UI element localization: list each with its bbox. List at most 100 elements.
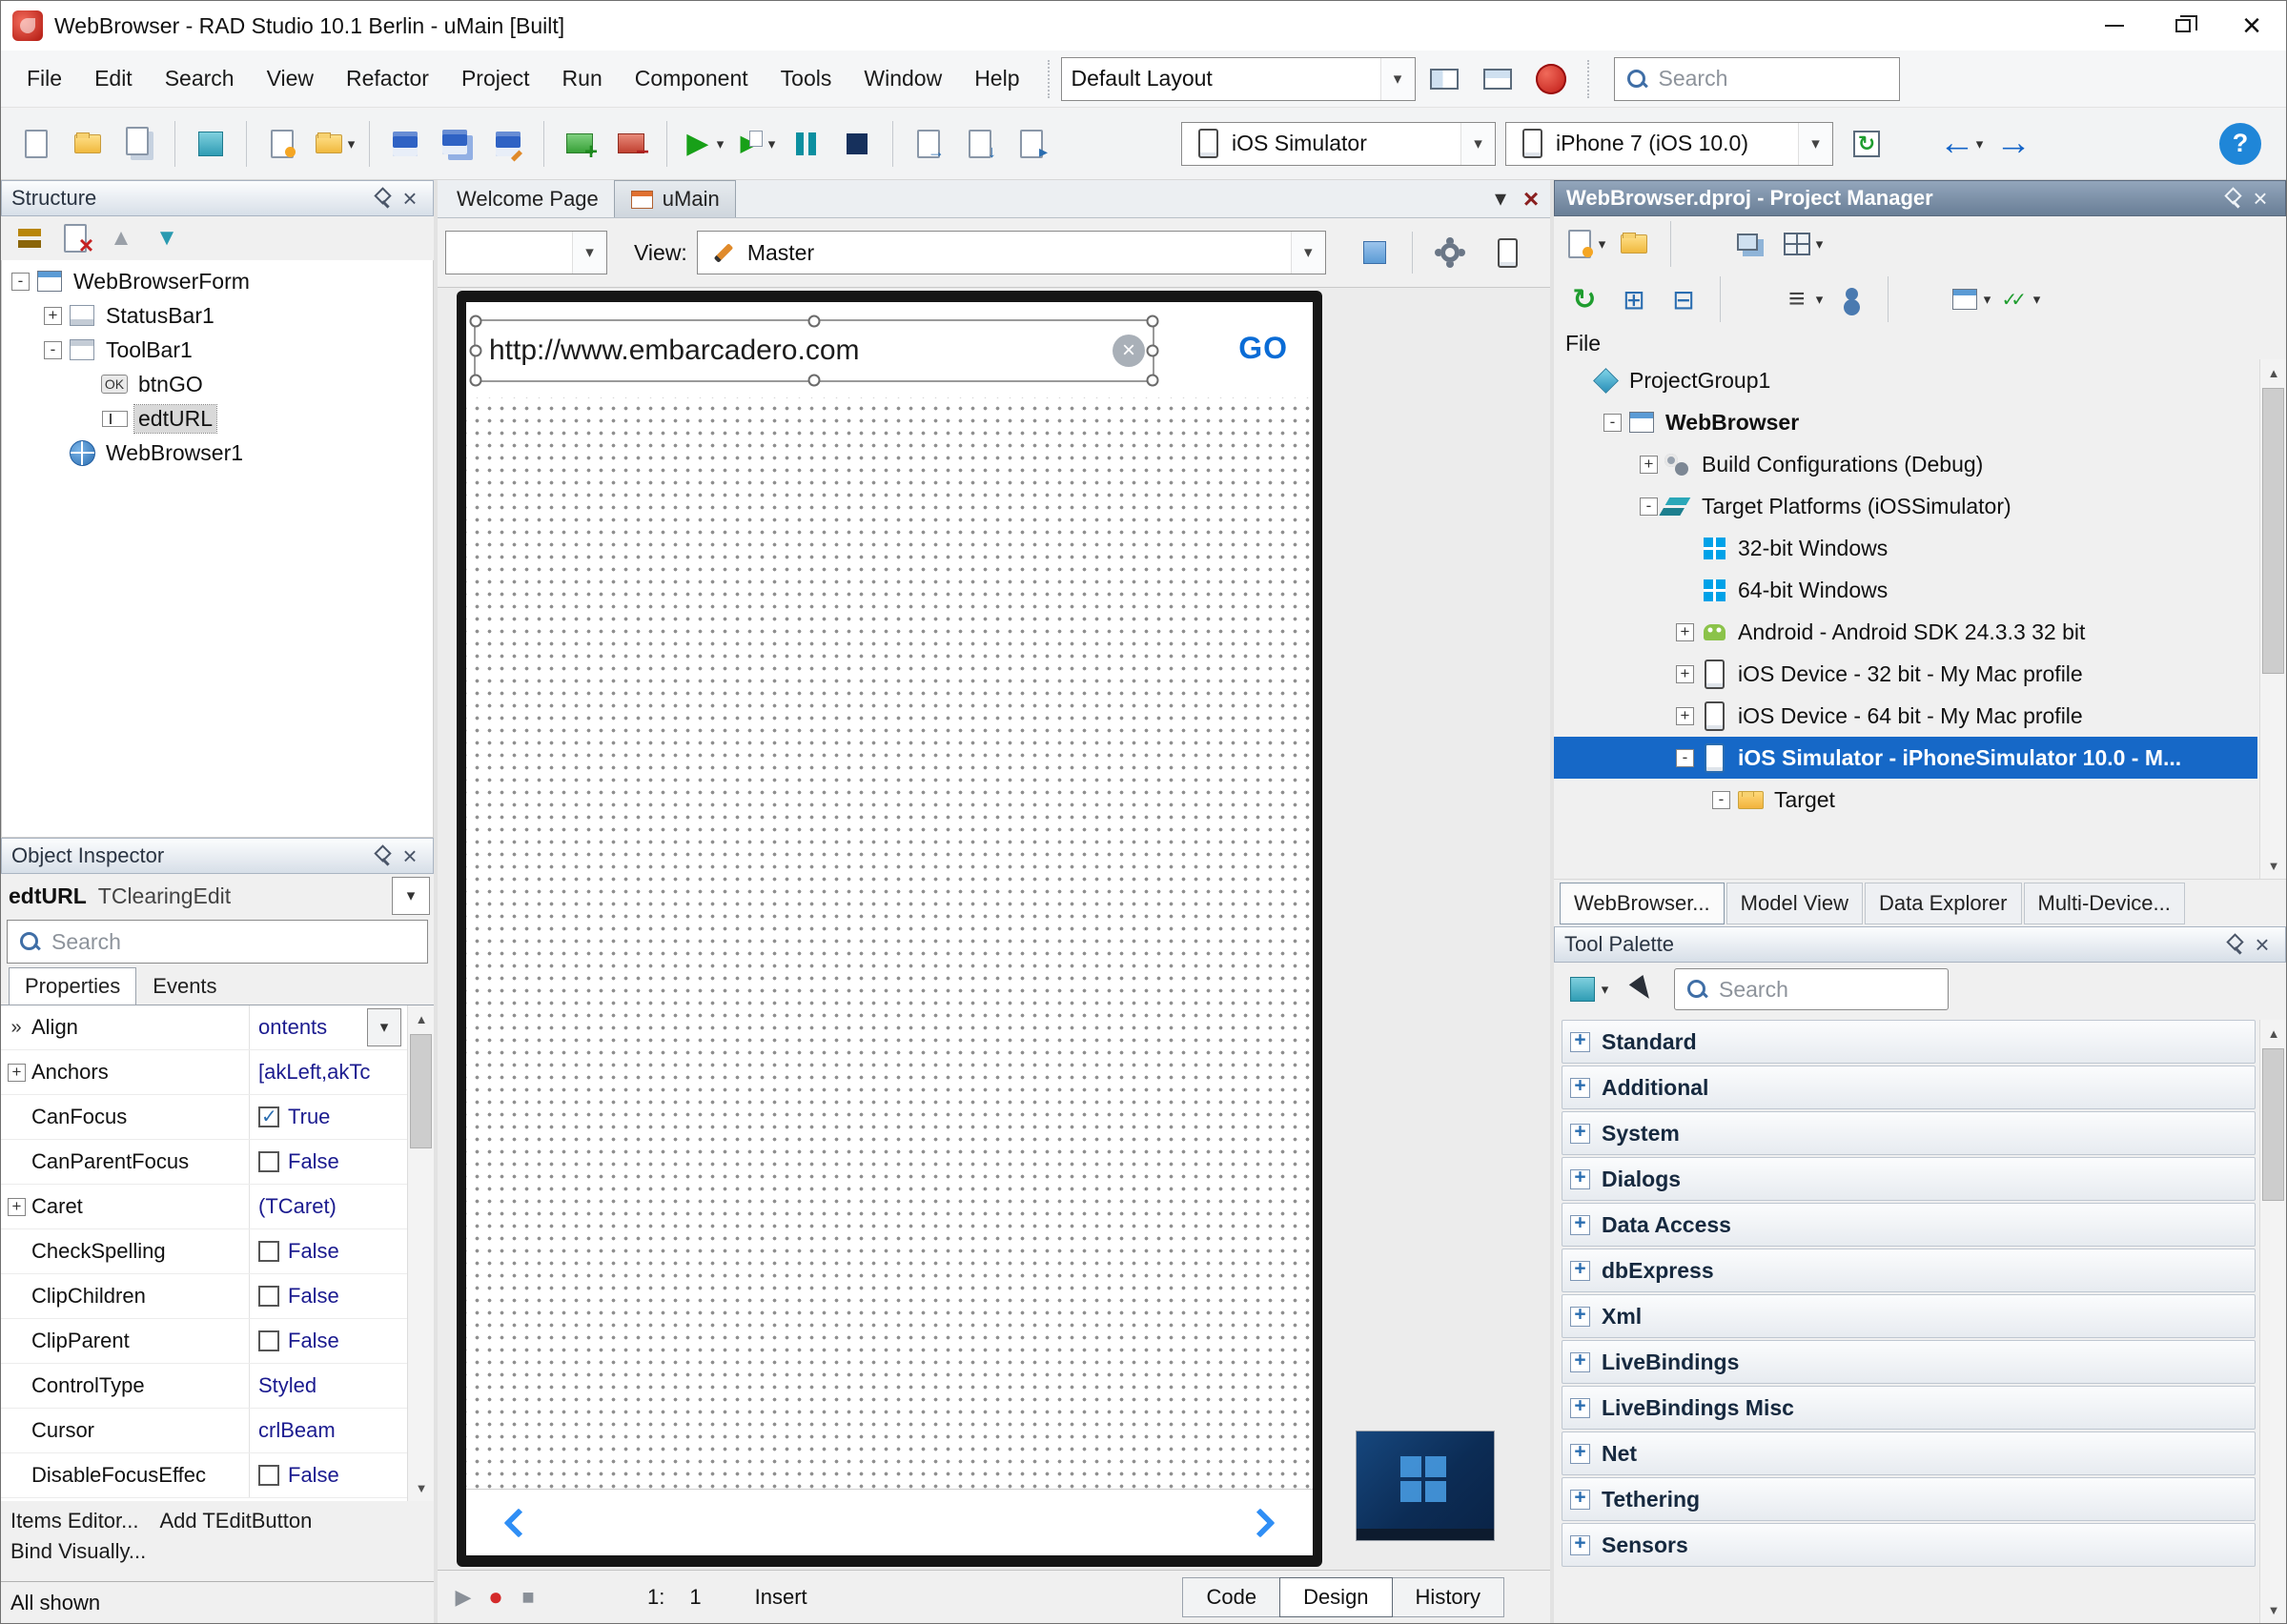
property-value-cell[interactable]: False bbox=[249, 1140, 407, 1184]
toolbar-button[interactable]: ▾ bbox=[185, 118, 236, 170]
menu-item[interactable]: Search bbox=[149, 57, 251, 101]
palette-search-box[interactable] bbox=[1674, 968, 1949, 1010]
selection-handle[interactable] bbox=[1147, 345, 1159, 357]
target-device-combo[interactable]: iPhone 7 (iOS 10.0) ▾ bbox=[1505, 122, 1833, 166]
palette-category[interactable]: LiveBindings Misc bbox=[1562, 1386, 2256, 1430]
apply-style-button[interactable] bbox=[1349, 227, 1400, 278]
menu-item[interactable]: Component bbox=[619, 57, 765, 101]
target-platform-combo[interactable]: iOS Simulator ▾ bbox=[1181, 122, 1496, 166]
expander-icon[interactable] bbox=[1676, 539, 1694, 558]
expander-icon[interactable] bbox=[44, 444, 62, 462]
panel-tab[interactable]: WebBrowser... bbox=[1560, 883, 1725, 924]
toolbar-button[interactable]: ▾ bbox=[1006, 118, 1057, 170]
expand-icon[interactable] bbox=[1570, 1261, 1590, 1281]
property-row[interactable]: CanFocus True bbox=[1, 1095, 407, 1140]
toolbar-button[interactable]: ▾ bbox=[831, 118, 883, 170]
close-page-button[interactable] bbox=[1518, 186, 1544, 213]
selection-handle[interactable] bbox=[470, 345, 482, 357]
designer-options-button[interactable] bbox=[1424, 227, 1476, 278]
toolbar-button[interactable]: ▾ bbox=[1828, 276, 1874, 322]
menu-item[interactable]: Tools bbox=[765, 57, 848, 101]
editor-tab[interactable]: uMain bbox=[614, 180, 736, 217]
property-value-cell[interactable]: False bbox=[249, 1453, 407, 1497]
expander-icon[interactable]: + bbox=[44, 307, 62, 325]
property-value-cell[interactable]: (TCaret) bbox=[249, 1185, 407, 1228]
pin-icon[interactable] bbox=[2220, 185, 2247, 212]
toolbar-button[interactable]: ▾ bbox=[1661, 276, 1706, 322]
inspector-link[interactable]: Bind Visually... bbox=[10, 1539, 146, 1564]
palette-category[interactable]: Sensors bbox=[1562, 1523, 2256, 1567]
scroll-thumb[interactable] bbox=[410, 1034, 432, 1148]
tree-row[interactable]: - Target bbox=[1554, 779, 2257, 821]
palette-category[interactable]: Additional bbox=[1562, 1066, 2256, 1109]
expander-icon[interactable]: + bbox=[1676, 665, 1694, 683]
toolbar-button[interactable]: ▾ bbox=[903, 118, 954, 170]
scrollbar[interactable]: ▲ ▼ bbox=[2259, 359, 2286, 879]
tree-row[interactable]: btnGO bbox=[2, 367, 433, 401]
toolbar-button[interactable]: ▾ bbox=[1611, 221, 1657, 267]
toolbar-button[interactable]: ▾ bbox=[1729, 221, 1775, 267]
property-value[interactable]: (TCaret) bbox=[258, 1194, 337, 1219]
save-layout-button[interactable] bbox=[1419, 56, 1469, 102]
palette-category[interactable]: LiveBindings bbox=[1562, 1340, 2256, 1384]
panel-tab[interactable]: Multi-Device... bbox=[2024, 883, 2185, 924]
expander-icon[interactable]: - bbox=[1676, 749, 1694, 767]
toolbar-button[interactable]: ▾ bbox=[1996, 276, 2042, 322]
minimize-button[interactable] bbox=[2080, 1, 2149, 51]
tree-row[interactable]: WebBrowser1 bbox=[2, 436, 433, 470]
back-chevron-icon[interactable] bbox=[503, 1508, 533, 1537]
palette-category[interactable]: Standard bbox=[1562, 1020, 2256, 1064]
help-button[interactable]: ? bbox=[2219, 123, 2261, 165]
menu-item[interactable]: View bbox=[251, 57, 330, 101]
navigate-back-button[interactable]: ▾ bbox=[1936, 118, 1988, 170]
menu-item[interactable]: Window bbox=[847, 57, 958, 101]
toolbar-button[interactable]: ▾ bbox=[605, 118, 657, 170]
palette-category[interactable]: System bbox=[1562, 1111, 2256, 1155]
palette-category[interactable]: dbExpress bbox=[1562, 1248, 2256, 1292]
menu-item[interactable]: Help bbox=[958, 57, 1035, 101]
toolbar-button[interactable]: ▾ bbox=[482, 118, 534, 170]
expander-icon[interactable]: - bbox=[11, 273, 30, 291]
selection-pointer-button[interactable] bbox=[1619, 967, 1666, 1011]
palette-category[interactable]: Dialogs bbox=[1562, 1157, 2256, 1201]
toolbar-button[interactable]: ▾ bbox=[728, 118, 780, 170]
selection-handle[interactable] bbox=[808, 315, 821, 328]
property-row[interactable]: ClipParent False bbox=[1, 1319, 407, 1364]
refresh-device-button[interactable] bbox=[1841, 118, 1892, 170]
selection-handle[interactable] bbox=[470, 315, 482, 328]
tree-row[interactable]: - WebBrowserForm bbox=[2, 264, 433, 298]
expand-icon[interactable] bbox=[1570, 1032, 1590, 1052]
property-row[interactable]: + Anchors [akLeft,akTc bbox=[1, 1050, 407, 1095]
property-value-cell[interactable]: True bbox=[249, 1095, 407, 1139]
expander-icon[interactable] bbox=[76, 410, 94, 428]
palette-category[interactable]: Net bbox=[1562, 1431, 2256, 1475]
property-value[interactable]: [akLeft,akTc bbox=[258, 1060, 370, 1085]
chevron-down-icon[interactable]: ▾ bbox=[392, 877, 430, 915]
panel-tab[interactable]: Data Explorer bbox=[1865, 883, 2022, 924]
property-row[interactable]: DisableFocusEffec False bbox=[1, 1453, 407, 1498]
go-button[interactable]: GO bbox=[1238, 331, 1288, 366]
close-icon[interactable]: × bbox=[397, 842, 423, 869]
close-icon[interactable]: × bbox=[397, 185, 423, 212]
panel-tab[interactable]: Model View bbox=[1726, 883, 1863, 924]
status-badge-button[interactable] bbox=[1526, 56, 1576, 102]
scroll-down-icon[interactable]: ▼ bbox=[408, 1474, 434, 1501]
checkbox[interactable] bbox=[258, 1151, 279, 1172]
expander-icon[interactable]: + bbox=[1676, 707, 1694, 725]
property-row[interactable]: ControlType Styled bbox=[1, 1364, 407, 1409]
toolbar-button[interactable]: ▾ bbox=[54, 218, 96, 258]
property-value[interactable]: ontents bbox=[258, 1015, 327, 1040]
inspector-tab[interactable]: Events bbox=[136, 967, 233, 1005]
property-value-cell[interactable]: Styled bbox=[249, 1364, 407, 1408]
property-value[interactable]: crlBeam bbox=[258, 1418, 336, 1443]
toolbar-button[interactable]: ▾ bbox=[1562, 276, 1607, 322]
scroll-up-icon[interactable]: ▲ bbox=[2260, 359, 2286, 386]
url-edit-control[interactable]: http://www.embarcadero.com × bbox=[474, 319, 1154, 382]
property-value-cell[interactable]: ontents bbox=[249, 1005, 407, 1049]
expander-icon[interactable] bbox=[76, 376, 94, 394]
expander-icon[interactable]: - bbox=[1712, 791, 1730, 809]
inspector-tab[interactable]: Properties bbox=[9, 967, 136, 1005]
expander-icon[interactable]: + bbox=[1640, 456, 1658, 474]
checkbox[interactable] bbox=[258, 1465, 279, 1486]
property-value-cell[interactable]: [akLeft,akTc bbox=[249, 1050, 407, 1094]
